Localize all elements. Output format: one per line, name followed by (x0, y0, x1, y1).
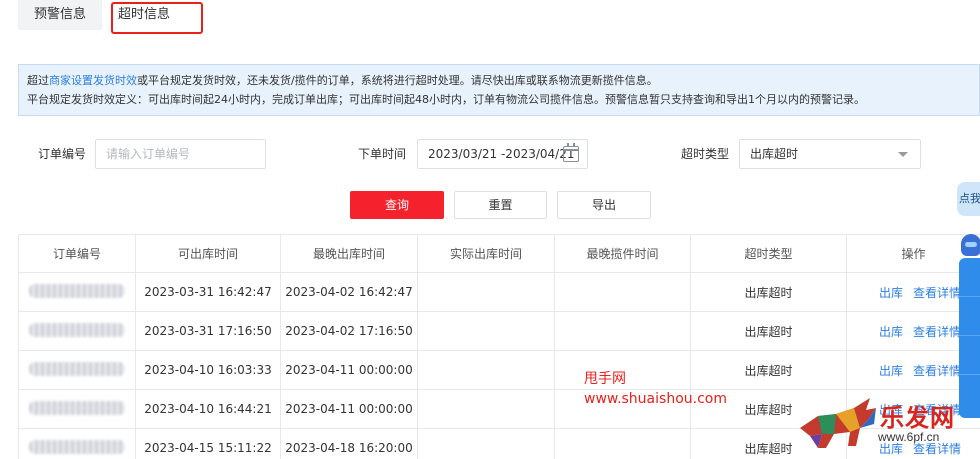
shippable-time-cell: 2023-04-10 16:44:21 (135, 389, 281, 429)
actual-ship-time-cell (417, 311, 555, 351)
order-time-range-input[interactable]: 2023/03/21 -2023/04/21 (417, 139, 588, 169)
view-detail-link[interactable]: 查看详情 (913, 286, 961, 300)
notice-banner: 超过商家设置发货时效或平台规定发货时效，还未发货/揽件的订单，系统将进行超时处理… (18, 64, 980, 116)
order-time-value: 2023/03/21 -2023/04/21 (428, 147, 575, 161)
order-no-cell (18, 311, 136, 351)
latest-ship-time-cell: 2023-04-18 16:20:00 (280, 428, 418, 459)
blurred-order-id (29, 283, 125, 298)
col-header-latest-pickup-time: 最晚揽件时间 (554, 234, 691, 273)
shippable-time-cell: 2023-04-10 16:03:33 (135, 350, 281, 390)
side-toolbar-item[interactable] (959, 336, 980, 375)
ship-link[interactable]: 出库 (879, 325, 903, 339)
shippable-time-cell: 2023-03-31 16:42:47 (135, 272, 281, 312)
tab-warning-info[interactable]: 预警信息 (18, 0, 103, 30)
ship-link[interactable]: 出库 (879, 364, 903, 378)
col-header-shippable-time: 可出库时间 (135, 234, 281, 273)
robot-icon[interactable] (961, 234, 980, 256)
side-toolbar-item[interactable] (959, 297, 980, 336)
timeout-type-cell: 出库超时 (690, 272, 847, 312)
ship-link[interactable]: 出库 (879, 286, 903, 300)
tab-highlight-box (111, 2, 203, 34)
watermark-logo-text: 乐发网 (880, 403, 955, 432)
col-header-order-no: 订单编号 (18, 234, 136, 273)
table-header-row: 订单编号 可出库时间 最晚出库时间 实际出库时间 最晚揽件时间 超时类型 操作 (18, 234, 980, 273)
latest-ship-time-cell: 2023-04-11 00:00:00 (280, 350, 418, 390)
actual-ship-time-cell (417, 428, 555, 459)
order-no-cell (18, 272, 136, 312)
actual-ship-time-cell (417, 389, 555, 429)
timeout-type-label: 超时类型 (681, 147, 730, 161)
merchant-ship-setting-link[interactable]: 商家设置发货时效 (49, 74, 137, 87)
order-no-cell (18, 389, 136, 429)
timeout-type-cell: 出库超时 (690, 350, 847, 390)
view-detail-link[interactable]: 查看详情 (913, 325, 961, 339)
timeout-type-value: 出库超时 (750, 147, 799, 161)
latest-pickup-time-cell (554, 428, 691, 459)
table-row: 2023-04-10 16:03:33 2023-04-11 00:00:00 … (18, 350, 980, 390)
query-button[interactable]: 查询 (350, 191, 444, 219)
blurred-order-id (29, 322, 125, 337)
side-toolbar-item[interactable] (959, 258, 980, 297)
col-header-timeout-type: 超时类型 (690, 234, 847, 273)
actual-ship-time-cell (417, 350, 555, 390)
latest-pickup-time-cell (554, 311, 691, 351)
col-header-latest-ship-time: 最晚出库时间 (280, 234, 418, 273)
order-no-cell (18, 350, 136, 390)
order-no-cell (18, 428, 136, 459)
calendar-icon[interactable] (563, 143, 579, 162)
order-time-label: 下单时间 (358, 147, 407, 161)
shippable-time-cell: 2023-03-31 17:16:50 (135, 311, 281, 351)
blurred-order-id (29, 439, 125, 454)
order-no-input[interactable]: 请输入订单编号 (95, 139, 266, 169)
blurred-order-id (29, 400, 125, 415)
latest-ship-time-cell: 2023-04-11 00:00:00 (280, 389, 418, 429)
reset-button[interactable]: 重置 (454, 191, 547, 219)
shippable-time-cell: 2023-04-15 15:11:22 (135, 428, 281, 459)
notice-line-1: 超过商家设置发货时效或平台规定发货时效，还未发货/揽件的订单，系统将进行超时处理… (27, 74, 658, 87)
watermark-url: www.shuaishou.com (584, 391, 727, 407)
chevron-down-icon (898, 152, 908, 157)
order-no-label: 订单编号 (38, 147, 87, 161)
table-row: 2023-03-31 17:16:50 2023-04-02 17:16:50 … (18, 311, 980, 351)
notice-line-2: 平台规定发货时效定义：可出库时间起24小时内，完成订单出库；可出库时间起48小时… (27, 93, 865, 106)
watermark-logo-url: www.6pf.cn (878, 430, 940, 444)
table-row: 2023-03-31 16:42:47 2023-04-02 16:42:47 … (18, 272, 980, 312)
latest-pickup-time-cell (554, 272, 691, 312)
watermark-name: 甩手网 (584, 371, 626, 387)
blurred-order-id (29, 361, 125, 376)
actual-ship-time-cell (417, 272, 555, 312)
chat-bubble[interactable]: 点我 (957, 182, 980, 216)
timeout-type-select[interactable]: 出库超时 (739, 139, 921, 169)
view-detail-link[interactable]: 查看详情 (913, 364, 961, 378)
export-button[interactable]: 导出 (557, 191, 651, 219)
latest-ship-time-cell: 2023-04-02 16:42:47 (280, 272, 418, 312)
timeout-type-cell: 出库超时 (690, 311, 847, 351)
latest-ship-time-cell: 2023-04-02 17:16:50 (280, 311, 418, 351)
col-header-actual-ship-time: 实际出库时间 (417, 234, 555, 273)
